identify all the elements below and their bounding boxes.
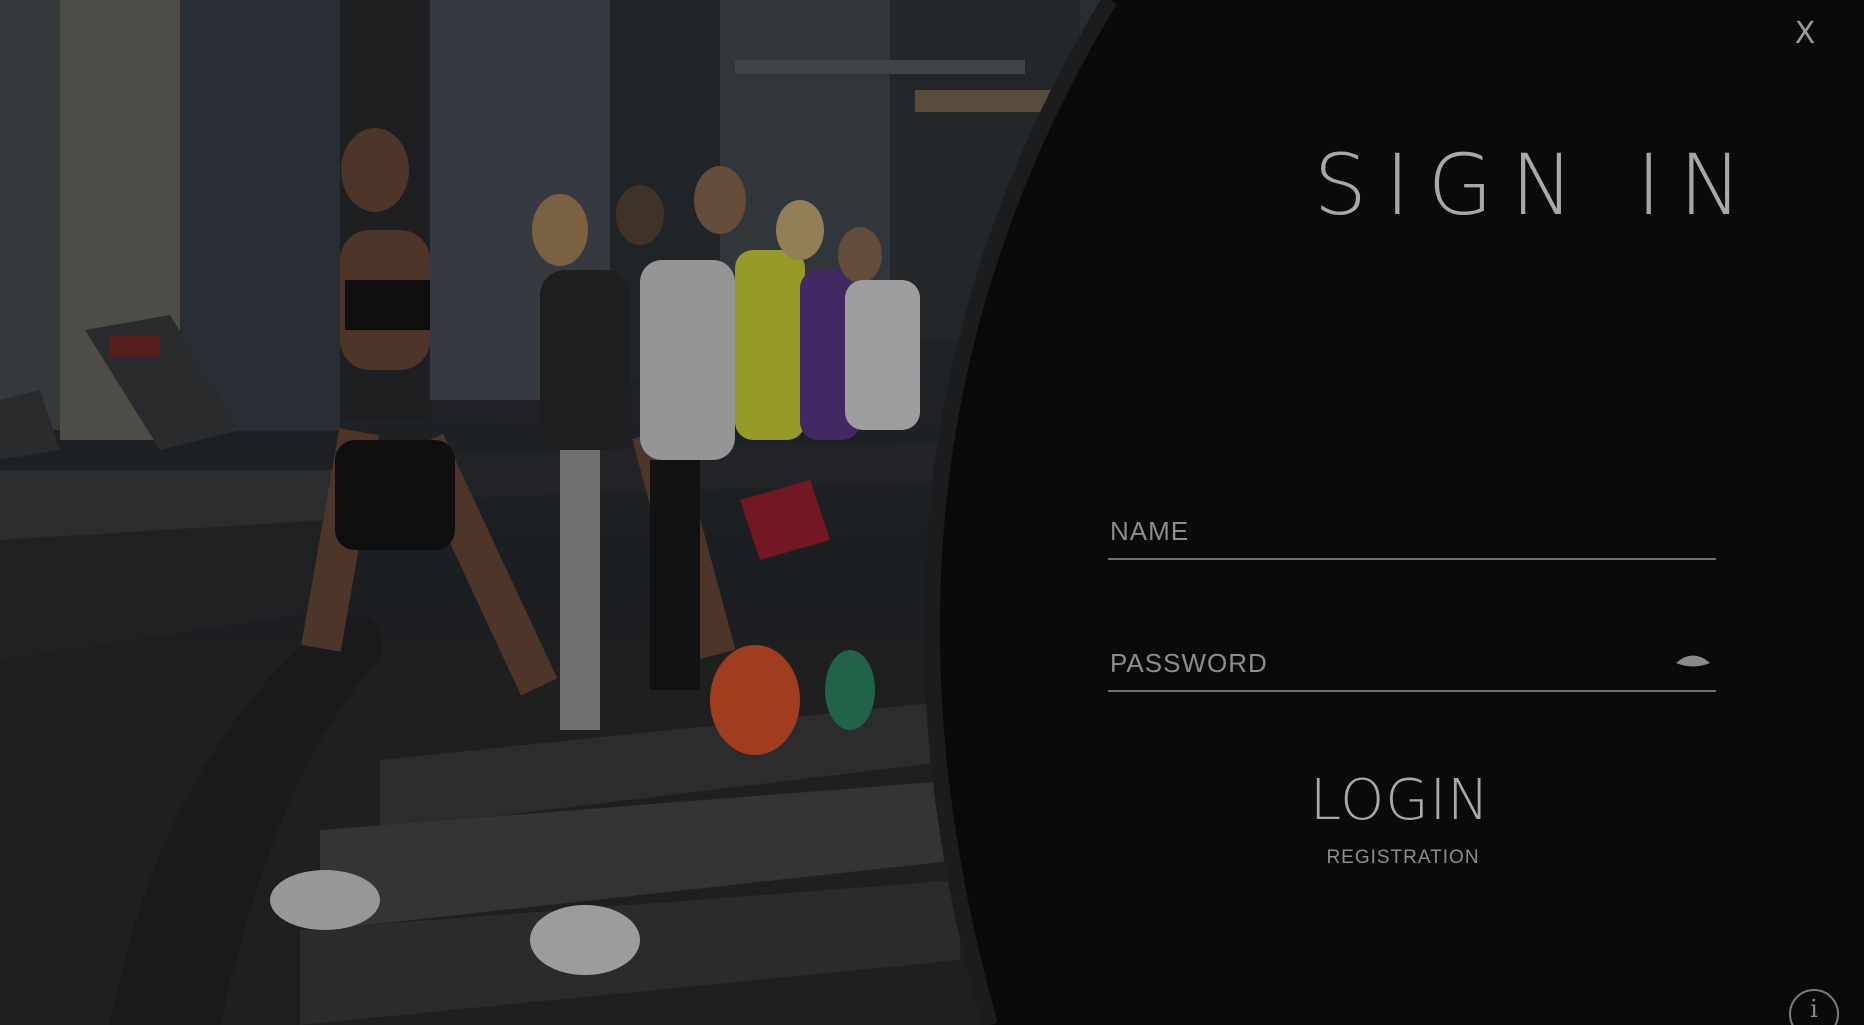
info-icon: i <box>1810 995 1818 1023</box>
sign-in-screen: X SIGN IN LOGIN REGISTRATION i <box>0 0 1864 1025</box>
login-button[interactable]: LOGIN <box>1250 766 1550 836</box>
name-input[interactable] <box>1110 508 1650 554</box>
name-field <box>1108 508 1716 560</box>
sign-in-title: SIGN IN <box>1313 136 1760 234</box>
password-field <box>1108 640 1716 692</box>
password-input[interactable] <box>1110 640 1650 686</box>
password-visibility-toggle[interactable] <box>1674 650 1712 676</box>
close-icon: X <box>1794 16 1816 51</box>
close-button[interactable]: X <box>1790 14 1820 54</box>
registration-link[interactable]: REGISTRATION <box>1250 844 1556 872</box>
eye-icon <box>1676 655 1710 667</box>
